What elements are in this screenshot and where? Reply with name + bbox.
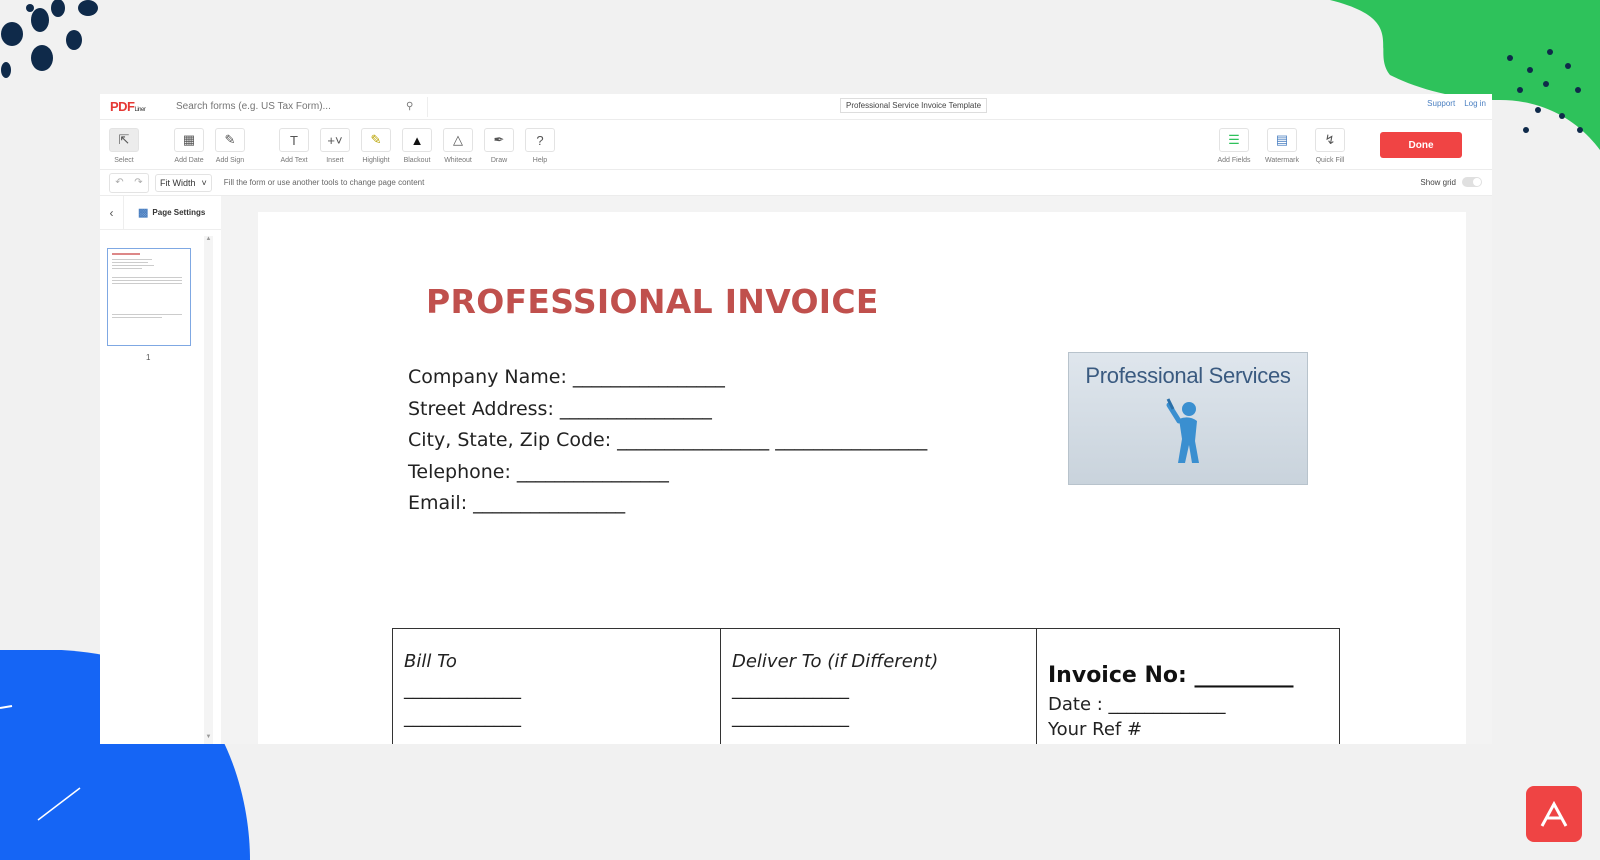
add-sign-tool[interactable]: ✎ Add Sign [210,128,250,164]
deliver-to-column: Deliver To (if Different) _____________ … [721,629,1037,744]
page-settings-icon: ▩ [138,207,149,219]
search-box: ⚲ [168,96,428,117]
search-input[interactable] [176,101,406,112]
draw-icon: ✒ [484,128,514,152]
whiteout-tool[interactable]: △ Whiteout [438,128,478,164]
invoice-date-field[interactable]: Date : _____________ [1048,694,1328,715]
bill-to-column: Bill To _____________ _____________ [393,629,721,744]
hint-text: Fill the form or use another tools to ch… [223,178,425,187]
help-icon: ? [525,128,555,152]
show-grid-label: Show grid [1420,177,1456,187]
plus-icon: +˅ [320,128,350,152]
page-thumbnail[interactable] [107,248,191,346]
fields-icon: ☰ [1219,128,1249,152]
blackout-tool[interactable]: ▲ Blackout [397,128,437,164]
pages-sidebar: ‹ ▩ Page Settings 1 ▲ ▼ [100,195,221,744]
bill-deliver-table: Bill To _____________ _____________ Deli… [392,628,1340,744]
professional-services-logo: Professional Services [1068,352,1308,485]
highlighter-icon: ✎ [361,128,391,152]
bill-to-line[interactable]: _____________ [404,704,709,732]
scroll-up-icon[interactable]: ▲ [204,236,213,242]
document-title: Professional Service Invoice Template [840,98,988,113]
app-logo[interactable]: PDFLiner [110,99,160,114]
toolbar: ⇱ Select ▦ Add Date ✎ Add Sign T Add Tex… [100,120,1492,170]
top-bar: PDFLiner ⚲ Professional Service Invoice … [100,94,1492,120]
email-field[interactable]: Email: ________________ [408,488,927,520]
invoice-number-field[interactable]: Invoice No: _________ [1048,663,1328,688]
watermark-tool[interactable]: ▤ Watermark [1262,128,1302,164]
pen-sign-icon: ✎ [215,128,245,152]
highlight-tool[interactable]: ✎ Highlight [356,128,396,164]
text-icon: T [279,128,309,152]
street-address-field[interactable]: Street Address: ________________ [408,394,927,426]
page-settings-button[interactable]: ▩ Page Settings [138,206,205,219]
select-tool[interactable]: ⇱ Select [104,128,144,164]
show-grid-toggle[interactable] [1462,177,1482,187]
your-ref-field[interactable]: Your Ref # [1048,719,1328,740]
deliver-to-heading: Deliver To (if Different) [732,651,939,672]
help-tool[interactable]: ? Help [520,128,560,164]
add-text-tool[interactable]: T Add Text [274,128,314,164]
decorative-dots-right [1507,49,1583,133]
scroll-down-icon[interactable]: ▼ [204,734,213,740]
cursor-icon: ⇱ [109,128,139,152]
invoice-info-column: Invoice No: _________ Date : ___________… [1037,629,1339,744]
sidebar-scrollbar[interactable]: ▲ ▼ [204,236,213,744]
bill-to-heading: Bill To [404,651,457,672]
watermark-icon: ▤ [1267,128,1297,152]
company-name-field[interactable]: Company Name: ________________ [408,362,927,394]
chevron-down-icon: ˅ [201,177,207,188]
support-link[interactable]: Support [1427,99,1455,108]
logo-text: Professional Services [1085,363,1291,388]
workspace: ‹ ▩ Page Settings 1 ▲ ▼ PROFESSIONAL INV… [100,195,1492,744]
company-fields: Company Name: ________________ Street Ad… [408,362,927,520]
zoom-select[interactable]: Fit Width ˅ [155,173,212,192]
bill-to-line[interactable]: _____________ [404,676,709,704]
telephone-field[interactable]: Telephone: ________________ [408,457,927,489]
blackout-icon: ▲ [402,128,432,152]
draw-tool[interactable]: ✒ Draw [479,128,519,164]
search-icon[interactable]: ⚲ [406,101,413,112]
add-date-tool[interactable]: ▦ Add Date [169,128,209,164]
city-state-zip-field[interactable]: City, State, Zip Code: ________________ … [408,425,927,457]
quick-fill-tool[interactable]: ↯ Quick Fill [1310,128,1350,164]
calendar-icon: ▦ [174,128,204,152]
insert-tool[interactable]: +˅ Insert [315,128,355,164]
deliver-to-line[interactable]: _____________ [732,676,1025,704]
redo-icon[interactable]: ↷ [129,174,148,192]
page-number: 1 [146,353,151,362]
login-link[interactable]: Log in [1464,99,1486,108]
worker-figure-icon [1166,398,1199,463]
done-button[interactable]: Done [1380,132,1462,158]
decorative-dots [1,0,98,78]
lightning-icon: ↯ [1315,128,1345,152]
document-page[interactable]: PROFESSIONAL INVOICE Company Name: _____… [258,212,1466,744]
eraser-icon: △ [443,128,473,152]
undo-icon[interactable]: ↶ [110,174,129,192]
add-fields-tool[interactable]: ☰ Add Fields [1214,128,1254,164]
editor-window: PDFLiner ⚲ Professional Service Invoice … [100,94,1492,744]
collapse-sidebar-icon[interactable]: ‹ [100,195,124,230]
pdfliner-corner-logo [1526,786,1582,842]
sub-toolbar: ↶ ↷ Fit Width ˅ Fill the form or use ano… [100,170,1492,196]
invoice-title: PROFESSIONAL INVOICE [426,282,879,321]
deliver-to-line[interactable]: _____________ [732,704,1025,732]
